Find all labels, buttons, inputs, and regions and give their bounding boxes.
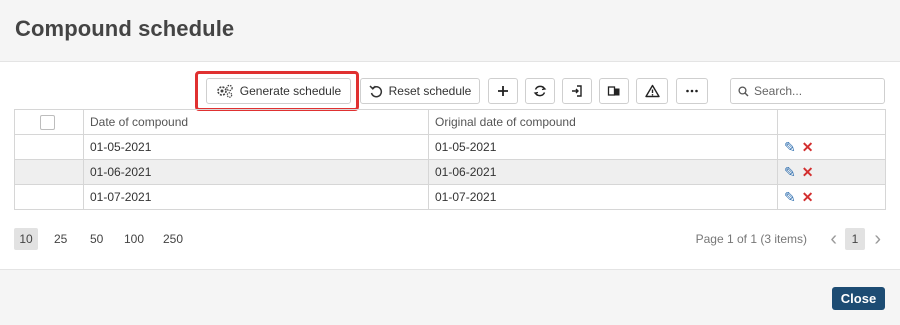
- undo-icon: [369, 85, 382, 98]
- warning-button[interactable]: [636, 78, 668, 104]
- row-actions: ✎ ✕: [777, 134, 886, 160]
- prev-page-chevron-icon[interactable]: ‹: [830, 228, 837, 250]
- copy-button[interactable]: [599, 78, 629, 104]
- dialog-title: Compound schedule: [15, 16, 235, 41]
- page-size-50[interactable]: 50: [84, 228, 109, 250]
- table-row[interactable]: 01-06-2021 01-06-2021 ✎ ✕: [14, 159, 886, 185]
- generate-schedule-button[interactable]: Generate schedule: [206, 78, 351, 104]
- row-select-cell[interactable]: [14, 159, 84, 185]
- warning-icon: [644, 84, 660, 98]
- dialog-content: Generate schedule Reset schedule Search.…: [0, 62, 900, 270]
- row-actions: ✎ ✕: [777, 159, 886, 185]
- refresh-button[interactable]: [525, 78, 555, 104]
- dialog-header: Compound schedule: [0, 0, 900, 62]
- select-all-cell[interactable]: [14, 109, 84, 135]
- edit-pencil-icon[interactable]: ✎: [784, 164, 796, 180]
- plus-icon: [498, 86, 508, 96]
- compound-schedule-grid: Date of compound Original date of compou…: [14, 109, 886, 210]
- export-button[interactable]: [562, 78, 592, 104]
- date-cell: 01-06-2021: [83, 159, 429, 185]
- column-header-original-date[interactable]: Original date of compound: [428, 109, 778, 135]
- search-input[interactable]: [754, 84, 874, 98]
- edit-pencil-icon[interactable]: ✎: [784, 189, 796, 205]
- page-size-10[interactable]: 10: [14, 228, 38, 250]
- edit-pencil-icon[interactable]: ✎: [784, 139, 796, 155]
- row-actions: ✎ ✕: [777, 184, 886, 210]
- generate-schedule-label: Generate schedule: [239, 84, 342, 98]
- date-cell: 01-05-2021: [83, 134, 429, 160]
- search-icon: [738, 85, 749, 96]
- row-select-cell[interactable]: [14, 184, 84, 210]
- page-size-250[interactable]: 250: [157, 228, 189, 250]
- more-button[interactable]: [676, 78, 708, 104]
- original-date-cell: 01-06-2021: [428, 159, 778, 185]
- page-size-25[interactable]: 25: [48, 228, 73, 250]
- page-size-100[interactable]: 100: [118, 228, 150, 250]
- page-number-button[interactable]: 1: [845, 228, 865, 250]
- more-icon: [686, 89, 698, 93]
- select-all-checkbox[interactable]: [40, 114, 55, 130]
- close-button[interactable]: Close: [832, 287, 885, 310]
- page-info: Page 1 of 1 (3 items): [695, 232, 807, 246]
- search-box[interactable]: [730, 78, 885, 104]
- column-header-date[interactable]: Date of compound: [83, 109, 429, 135]
- row-select-cell[interactable]: [14, 134, 84, 160]
- delete-x-icon[interactable]: ✕: [802, 139, 814, 155]
- pager: 10 25 50 100 250 Page 1 of 1 (3 items) ‹…: [14, 228, 885, 252]
- dialog-footer: [0, 270, 900, 325]
- column-header-actions: [777, 109, 886, 135]
- add-button[interactable]: [488, 78, 518, 104]
- table-row[interactable]: 01-07-2021 01-07-2021 ✎ ✕: [14, 184, 886, 210]
- table-row[interactable]: 01-05-2021 01-05-2021 ✎ ✕: [14, 134, 886, 160]
- delete-x-icon[interactable]: ✕: [802, 189, 814, 205]
- original-date-cell: 01-05-2021: [428, 134, 778, 160]
- original-date-cell: 01-07-2021: [428, 184, 778, 210]
- grid-header-row: Date of compound Original date of compou…: [14, 109, 886, 135]
- date-cell: 01-07-2021: [83, 184, 429, 210]
- next-page-chevron-icon[interactable]: ›: [874, 228, 881, 250]
- reset-schedule-button[interactable]: Reset schedule: [360, 78, 480, 104]
- export-icon: [572, 85, 582, 97]
- delete-x-icon[interactable]: ✕: [802, 164, 814, 180]
- gears-icon: [216, 84, 233, 98]
- refresh-icon: [533, 85, 547, 97]
- copy-icon: [607, 86, 620, 96]
- reset-schedule-label: Reset schedule: [388, 84, 472, 98]
